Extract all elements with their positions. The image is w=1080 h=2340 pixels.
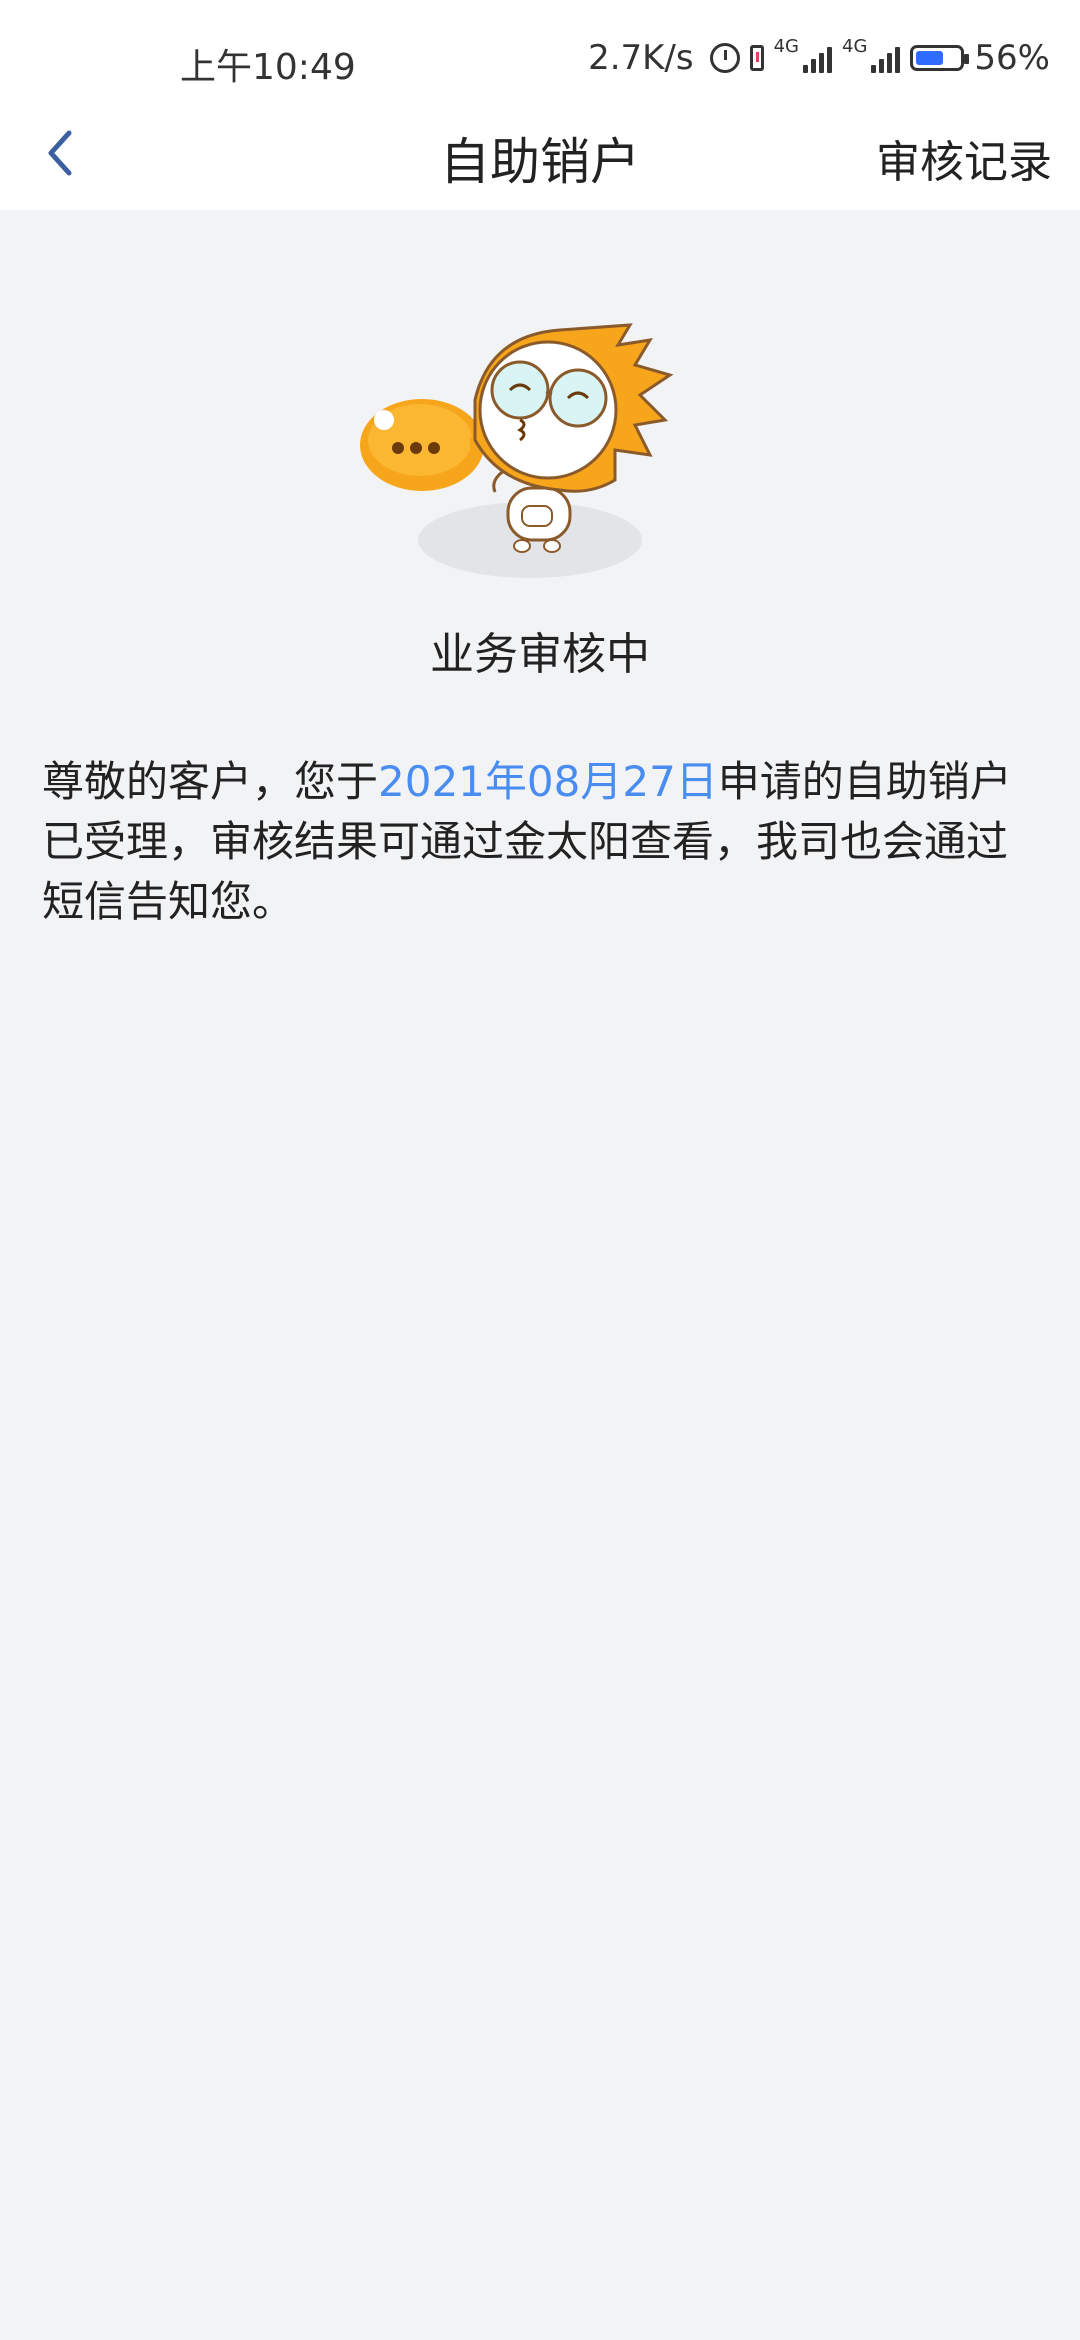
status-time: 上午10:49 — [180, 47, 356, 88]
network-type-2: 4G — [842, 35, 868, 57]
status-message: 尊敬的客户，您于2021年08月27日申请的自助销户已受理，审核结果可通过金太阳… — [42, 752, 1042, 932]
signal-icon — [803, 43, 833, 73]
header-bar: 自助销户 审核记录 — [0, 92, 1080, 210]
message-prefix: 尊敬的客户，您于 — [42, 757, 379, 806]
review-records-button[interactable]: 审核记录 — [876, 126, 1052, 190]
status-indicators: 2.7K/s 4G 4G 56% — [588, 34, 1050, 82]
alarm-icon — [709, 43, 740, 73]
battery-level — [916, 51, 944, 65]
battery-percent: 56% — [974, 38, 1050, 78]
network-type-1: 4G — [773, 35, 800, 57]
sun-mascot-illustration — [360, 320, 680, 585]
status-title: 业务审核中 — [430, 629, 650, 680]
battery-icon — [910, 45, 970, 71]
network-speed: 2.7K/s — [588, 38, 694, 78]
application-date: 2021年08月27日 — [378, 757, 718, 806]
signal-icon — [871, 43, 901, 73]
sim-icon — [749, 45, 764, 71]
